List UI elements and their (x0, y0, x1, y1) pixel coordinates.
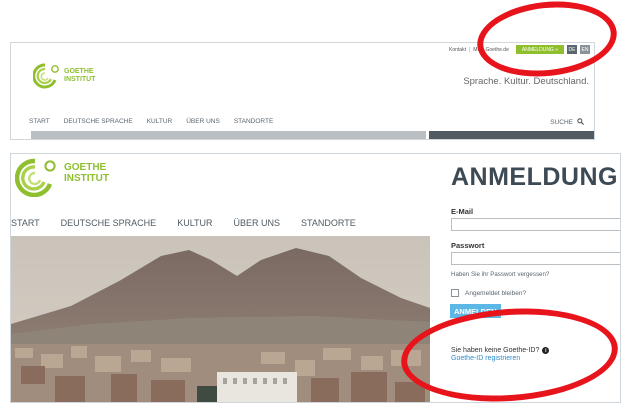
logo-line: GOETHE (64, 68, 94, 75)
nav-item-start[interactable]: START (11, 218, 40, 228)
logo-line: GOETHE (64, 162, 107, 173)
hero-strip-dark (429, 131, 594, 139)
logo-text: GOETHE INSTITUT (64, 68, 96, 84)
search-label: SUCHE (550, 119, 573, 126)
hero-strip (31, 131, 426, 139)
email-label: E-Mail (451, 207, 474, 216)
separator: | (468, 46, 471, 53)
nav-item-kultur[interactable]: KULTUR (177, 218, 212, 228)
goethe-logo-icon (14, 157, 60, 198)
email-field[interactable] (451, 218, 620, 231)
search-button[interactable]: SUCHE (550, 118, 584, 127)
goethe-logo[interactable]: GOETHE INSTITUT (32, 63, 103, 89)
nav-item-standorte[interactable]: STANDORTE (234, 118, 274, 125)
goethe-logo[interactable]: GOETHE INSTITUT (14, 157, 109, 198)
remember-me-label: Angemeldet bleiben? (465, 289, 527, 297)
hero-image (11, 236, 430, 402)
canvas: Kontakt | Mein Goethe.de ANMELDUNG » DE … (0, 0, 621, 403)
search-icon (577, 118, 584, 127)
nav-item-start[interactable]: START (29, 118, 50, 125)
nav-item-ueber-uns[interactable]: ÜBER UNS (186, 118, 220, 125)
password-field[interactable] (451, 252, 620, 265)
nav-item-kultur[interactable]: KULTUR (147, 118, 173, 125)
login-title: ANMELDUNG (451, 163, 618, 191)
nav-item-deutsche-sprache[interactable]: DEUTSCHE SPRACHE (61, 218, 157, 228)
remember-me-row: Angemeldet bleiben? (451, 289, 526, 297)
logo-line: INSTITUT (64, 76, 96, 83)
logo-line: INSTITUT (64, 173, 109, 184)
nav-item-ueber-uns[interactable]: ÜBER UNS (234, 218, 281, 228)
logo-text: GOETHE INSTITUT (64, 162, 109, 184)
goethe-logo-icon (32, 63, 61, 89)
nav-item-standorte[interactable]: STANDORTE (301, 218, 356, 228)
forgot-password-link[interactable]: Haben Sie ihr Passwort vergessen? (451, 271, 549, 278)
remember-me-checkbox[interactable] (451, 289, 459, 297)
main-nav: START DEUTSCHE SPRACHE KULTUR ÜBER UNS S… (11, 218, 356, 228)
kontakt-link[interactable]: Kontakt (449, 47, 466, 53)
tagline: Sprache. Kultur. Deutschland. (463, 76, 589, 87)
password-label: Passwort (451, 241, 485, 250)
nav-item-deutsche-sprache[interactable]: DEUTSCHE SPRACHE (64, 118, 133, 125)
top-main-nav: START DEUTSCHE SPRACHE KULTUR ÜBER UNS S… (29, 118, 273, 125)
